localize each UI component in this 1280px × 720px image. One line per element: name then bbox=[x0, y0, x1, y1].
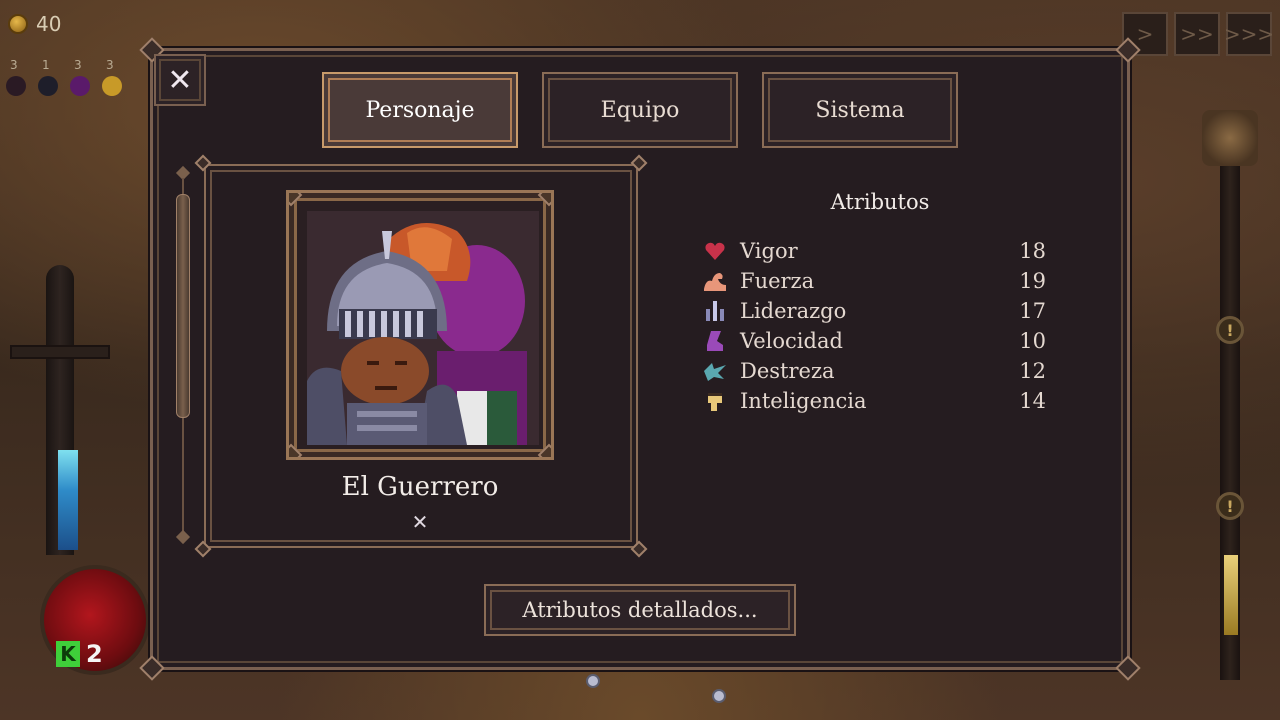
staff-gauge bbox=[1224, 555, 1238, 635]
attribute-label: Velocidad bbox=[740, 329, 843, 353]
tab-label: Equipo bbox=[600, 97, 680, 123]
scroll-thumb[interactable] bbox=[176, 194, 190, 418]
kill-icon: K bbox=[56, 641, 80, 667]
attribute-value: 14 bbox=[1019, 389, 1046, 413]
boot-icon bbox=[700, 328, 730, 354]
detailed-attributes-label: Atributos detallados... bbox=[522, 598, 758, 622]
status-count: 3 bbox=[106, 58, 114, 72]
character-list-scrollbar[interactable] bbox=[175, 164, 191, 548]
panel-corner bbox=[1115, 655, 1141, 681]
status-effects: 3 1 3 3 bbox=[4, 58, 124, 96]
portrait-corner bbox=[537, 193, 551, 207]
status-effect: 1 bbox=[36, 58, 60, 96]
attribute-row-liderazgo: Liderazgo 17 bbox=[700, 296, 1050, 326]
tab-personaje[interactable]: Personaje bbox=[322, 72, 518, 148]
attribute-row-vigor: Vigor 18 bbox=[700, 236, 1050, 266]
head-icon bbox=[700, 388, 730, 414]
panel-corner bbox=[139, 655, 165, 681]
attribute-row-fuerza: Fuerza 19 bbox=[700, 266, 1050, 296]
game-speed-controls: > >> >>> bbox=[1122, 12, 1274, 56]
attribute-row-inteligencia: Inteligencia 14 bbox=[700, 386, 1050, 416]
detailed-attributes-button[interactable]: Atributos detallados... bbox=[484, 584, 796, 636]
alert-marker-icon: ! bbox=[1216, 492, 1244, 520]
gold-orb-icon bbox=[102, 76, 122, 96]
status-count: 3 bbox=[10, 58, 18, 72]
coin-icon bbox=[8, 14, 28, 34]
kill-counter: K 2 bbox=[56, 640, 103, 668]
speed-fastest-button[interactable]: >>> bbox=[1224, 12, 1274, 56]
scroll-down-icon bbox=[175, 529, 191, 545]
tab-equipo[interactable]: Equipo bbox=[542, 72, 738, 148]
status-effect: 3 bbox=[68, 58, 92, 96]
attribute-label: Fuerza bbox=[740, 269, 815, 293]
close-icon: ✕ bbox=[167, 62, 193, 98]
heart-icon bbox=[700, 238, 730, 264]
attribute-label: Destreza bbox=[740, 359, 835, 383]
portrait-background bbox=[307, 211, 539, 445]
path-stone bbox=[586, 674, 600, 688]
attribute-value: 18 bbox=[1019, 239, 1046, 263]
status-count: 3 bbox=[74, 58, 82, 72]
tab-label: Sistema bbox=[815, 97, 905, 123]
sword-guard bbox=[10, 345, 110, 359]
arm-icon bbox=[700, 268, 730, 294]
character-name: El Guerrero bbox=[341, 472, 499, 502]
dexterity-icon bbox=[700, 358, 730, 384]
attribute-value: 10 bbox=[1019, 329, 1046, 353]
status-count: 1 bbox=[42, 58, 50, 72]
attributes-heading: Atributos bbox=[830, 190, 930, 214]
attribute-value: 19 bbox=[1019, 269, 1046, 293]
spiky-icon bbox=[6, 76, 26, 96]
coin-counter: 40 bbox=[8, 12, 61, 36]
purple-orb-icon bbox=[70, 76, 90, 96]
attribute-value: 12 bbox=[1019, 359, 1046, 383]
attribute-row-velocidad: Velocidad 10 bbox=[700, 326, 1050, 356]
status-effect: 3 bbox=[4, 58, 28, 96]
attribute-row-destreza: Destreza 12 bbox=[700, 356, 1050, 386]
sword-gauge bbox=[10, 265, 110, 565]
progress-staff: ! ! bbox=[1202, 110, 1258, 680]
portrait-corner bbox=[537, 443, 551, 457]
attribute-label: Vigor bbox=[740, 239, 798, 263]
status-effect: 3 bbox=[100, 58, 124, 96]
attribute-value: 17 bbox=[1019, 299, 1046, 323]
mana-bar bbox=[58, 450, 78, 550]
portrait-corner bbox=[289, 193, 303, 207]
tab-label: Personaje bbox=[365, 97, 475, 123]
character-portrait[interactable] bbox=[286, 190, 554, 460]
path-stone bbox=[712, 689, 726, 703]
leadership-icon bbox=[700, 298, 730, 324]
kill-count: 2 bbox=[86, 640, 103, 668]
warrior-portrait-icon bbox=[307, 223, 527, 445]
unequip-icon[interactable]: ✕ bbox=[410, 512, 430, 532]
speed-fast-button[interactable]: >> bbox=[1174, 12, 1220, 56]
portrait-corner bbox=[289, 443, 303, 457]
coin-count: 40 bbox=[36, 12, 62, 36]
alert-marker-icon: ! bbox=[1216, 316, 1244, 344]
tab-sistema[interactable]: Sistema bbox=[762, 72, 958, 148]
attributes-list: Vigor 18 Fuerza 19 Liderazgo 17 Velocida… bbox=[700, 236, 1050, 416]
attribute-label: Inteligencia bbox=[740, 389, 867, 413]
attribute-label: Liderazgo bbox=[740, 299, 847, 323]
demon-head-icon bbox=[1202, 110, 1258, 166]
close-button[interactable]: ✕ bbox=[154, 54, 206, 106]
sun-dark-icon bbox=[38, 76, 58, 96]
